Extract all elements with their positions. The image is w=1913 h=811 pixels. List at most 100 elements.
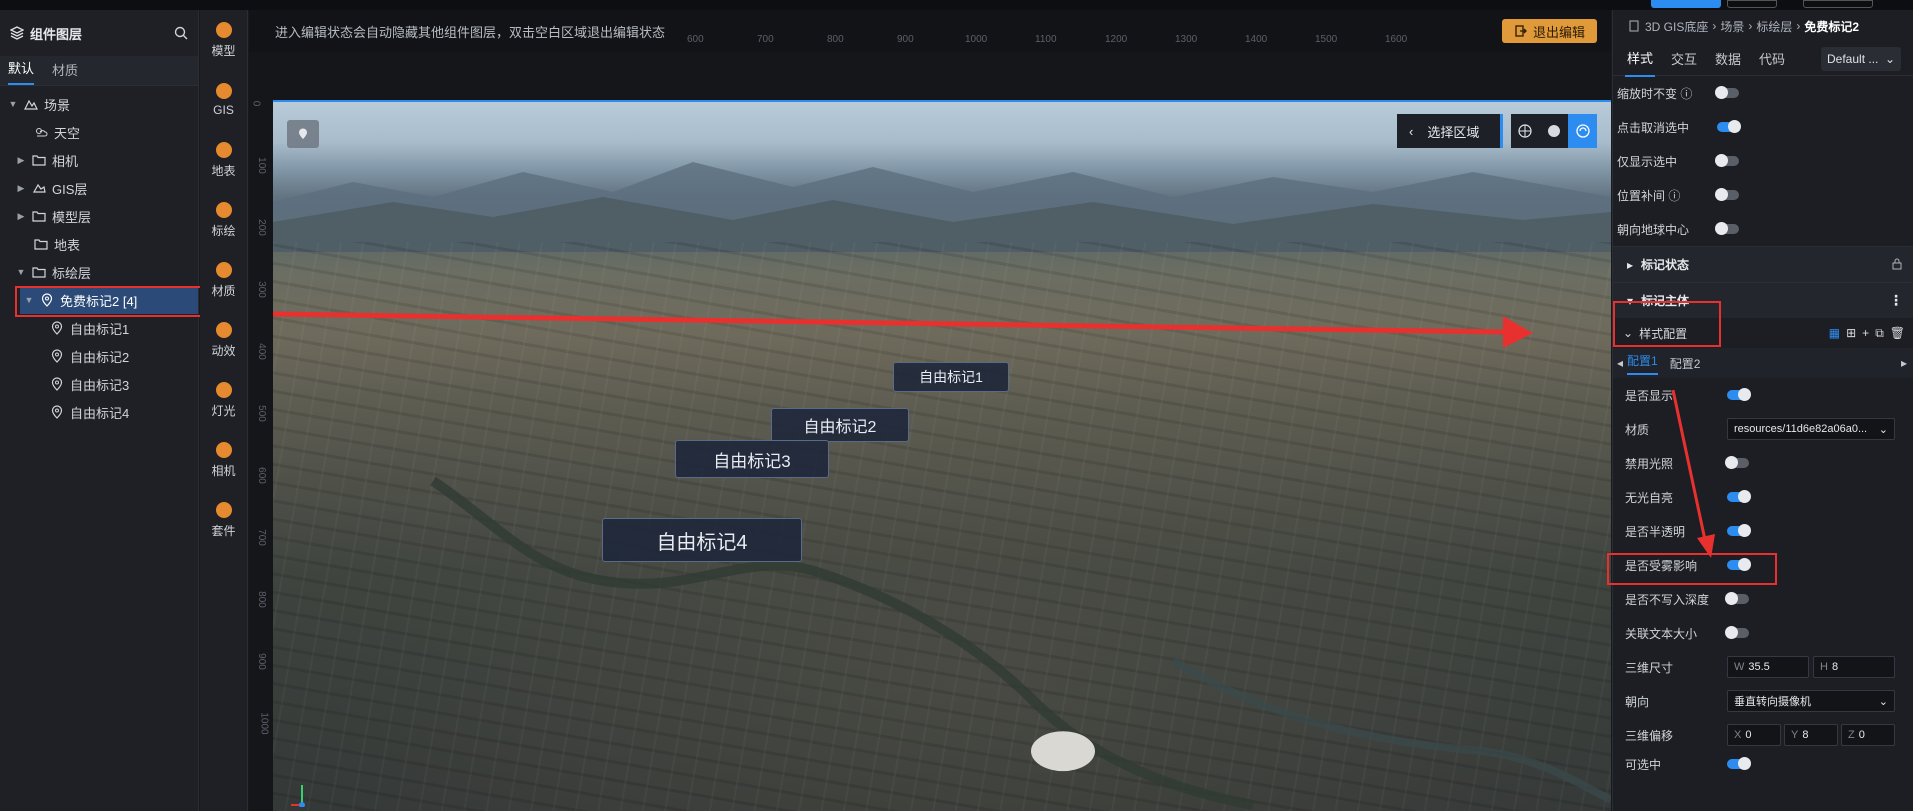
annotation-arrows — [273, 311, 1533, 348]
config-tabs: ◂ 配置1 配置2 ▸ — [1613, 348, 1913, 378]
marker-icon — [215, 201, 232, 218]
tool-effect[interactable]: 动效 — [200, 310, 247, 370]
help-icon[interactable]: ⓘ — [1680, 87, 1692, 101]
tool-material[interactable]: 材质 — [200, 250, 247, 310]
ruler-tick-label: 600 — [255, 467, 267, 484]
prop-label: 三维偏移 — [1625, 728, 1674, 743]
tree-node-model[interactable]: ▶ 模型层 — [0, 202, 198, 230]
tree-label: 自由标记2 — [70, 349, 130, 365]
prop-label: 是否不写入深度 — [1625, 592, 1710, 607]
editor-canvas[interactable]: 进入编辑状态会自动隐藏其他组件图层，双击空白区域退出编辑状态 退出编辑 600 … — [249, 10, 1611, 811]
tree-node-gis[interactable]: ▶ GIS层 — [0, 174, 198, 202]
tree-node-marker-2[interactable]: 自由标记2 — [0, 342, 198, 370]
material-select[interactable]: resources/11d6e82a06a0... ⌄ — [1727, 418, 1895, 440]
tree-node-camera[interactable]: ▶ 相机 — [0, 146, 198, 174]
offset-y-input[interactable]: Y8 — [1784, 724, 1838, 746]
layer-panel: 组件图层 默认 材质 ▼ 场景 天空 ▶ 相机 ▶ GIS层 ▶ 模型层 地表 … — [0, 10, 215, 811]
tree-node-marker-4[interactable]: 自由标记4 — [0, 398, 198, 426]
breadcrumb-item[interactable]: 场景 — [1720, 18, 1744, 35]
prop-label: 缩放时不变 ⓘ — [1617, 85, 1717, 102]
tab-config-1[interactable]: 配置1 — [1627, 352, 1658, 375]
toggle-click-deselect[interactable] — [1717, 120, 1741, 133]
chevron-left-icon[interactable]: ◂ — [1617, 356, 1623, 370]
caret-right-icon[interactable]: ▶ — [16, 183, 26, 194]
breadcrumb-item[interactable]: 3D GIS底座 — [1645, 18, 1708, 35]
add-icon[interactable]: + — [1862, 326, 1869, 341]
offset-z-input[interactable]: Z0 — [1841, 724, 1895, 746]
delete-icon[interactable]: 🗑 — [1890, 326, 1905, 341]
tool-terrain[interactable]: 地表 — [200, 130, 247, 190]
caret-down-icon[interactable]: ▼ — [16, 267, 26, 277]
help-icon[interactable]: ⓘ — [1668, 189, 1680, 203]
tool-model[interactable]: 模型 — [200, 10, 247, 70]
offset-y-value: 8 — [1802, 729, 1809, 741]
sky-icon — [34, 125, 48, 139]
tool-kit[interactable]: 套件 — [200, 490, 247, 550]
tab-code[interactable]: 代码 — [1757, 41, 1787, 76]
tree-node-scene[interactable]: ▼ 场景 — [0, 90, 198, 118]
toggle-position-tween[interactable] — [1715, 188, 1739, 201]
tool-label: 标绘 — [211, 223, 236, 238]
tool-gis[interactable]: GIS — [200, 70, 247, 130]
tree-node-marker-1[interactable]: 自由标记1 — [0, 314, 198, 342]
toggle-no-depth-write[interactable] — [1725, 592, 1749, 605]
tree-label: 自由标记4 — [70, 405, 130, 421]
marker-pin-icon — [50, 377, 64, 391]
tree-label: 地表 — [54, 237, 81, 253]
layer-panel-tabs: 默认 材质 — [0, 56, 198, 86]
toggle-show-selected-only[interactable] — [1715, 154, 1739, 167]
tab-interaction[interactable]: 交互 — [1669, 41, 1699, 76]
table-icon[interactable]: ▦ — [1829, 326, 1840, 341]
tab-material[interactable]: 材质 — [52, 60, 78, 85]
tool-label: 模型 — [211, 43, 236, 58]
copy-icon[interactable]: ⧉ — [1875, 326, 1884, 341]
prop-label: 朝向 — [1625, 694, 1650, 709]
tab-config-2[interactable]: 配置2 — [1670, 355, 1701, 372]
breadcrumb-item[interactable]: 标绘层 — [1756, 18, 1792, 35]
tool-marker[interactable]: 标绘 — [200, 190, 247, 250]
top-primary-button[interactable] — [1651, 0, 1721, 8]
top-button-2[interactable] — [1727, 0, 1777, 8]
caret-down-icon[interactable]: ▼ — [8, 99, 18, 109]
offset-z-value: 0 — [1858, 729, 1865, 741]
marker-pin-icon — [50, 349, 64, 363]
tree-node-sky[interactable]: 天空 — [0, 118, 198, 146]
tree-node-marker-layer[interactable]: ▼ 标绘层 — [0, 258, 198, 286]
component-toolbar: 模型 GIS 地表 标绘 材质 动效 灯光 相机 套件 — [200, 10, 248, 811]
tree-node-terrain[interactable]: 地表 — [0, 230, 198, 258]
w-prefix: W — [1734, 661, 1745, 673]
top-button-3[interactable] — [1803, 0, 1873, 8]
chevron-down-icon: ⌄ — [1884, 52, 1895, 66]
ruler-tick-label: 800 — [255, 591, 267, 608]
toggle-scale-invariant[interactable] — [1715, 86, 1739, 99]
orientation-select[interactable]: 垂直转向摄像机 ⌄ — [1727, 690, 1895, 712]
top-strip — [0, 0, 1913, 10]
toggle-selectable[interactable] — [1727, 757, 1751, 770]
offset-x-input[interactable]: X0 — [1727, 724, 1781, 746]
layout-icon[interactable]: ⊞ — [1846, 326, 1856, 341]
section-marker-state[interactable]: ▸ 标记状态 — [1613, 246, 1913, 282]
chevron-right-icon[interactable]: ▸ — [1901, 356, 1907, 370]
layer-panel-title: 组件图层 — [10, 24, 82, 43]
caret-right-icon[interactable]: ▶ — [16, 155, 26, 166]
gis-scene-viewport[interactable]: ‹ 选择区域 自由标记1 自由标记2 自由标记3 自由标记4 — [273, 100, 1611, 811]
tree-node-marker-3[interactable]: 自由标记3 — [0, 370, 198, 398]
layer-panel-header: 组件图层 — [0, 10, 198, 56]
lock-icon[interactable] — [1891, 257, 1903, 273]
exit-edit-button[interactable]: 退出编辑 — [1501, 19, 1597, 43]
tool-camera[interactable]: 相机 — [200, 430, 247, 490]
toggle-face-earth-center[interactable] — [1715, 222, 1739, 235]
toggle-link-text-size[interactable] — [1725, 626, 1749, 639]
tab-data[interactable]: 数据 — [1713, 41, 1743, 76]
caret-right-icon[interactable]: ▶ — [16, 211, 26, 222]
ruler-tick-label: 1000 — [258, 712, 270, 735]
size-w-input[interactable]: W 35.5 — [1727, 656, 1809, 678]
ruler-tick-label: 1200 — [1105, 34, 1128, 45]
tool-light[interactable]: 灯光 — [200, 370, 247, 430]
size-h-input[interactable]: H8 — [1813, 656, 1895, 678]
tab-default[interactable]: 默认 — [8, 58, 35, 85]
search-icon[interactable] — [174, 26, 188, 40]
tab-style[interactable]: 样式 — [1625, 40, 1656, 77]
default-select[interactable]: Default ... ⌄ — [1821, 47, 1901, 71]
more-vertical-icon[interactable]: ⋮ — [1889, 292, 1903, 309]
